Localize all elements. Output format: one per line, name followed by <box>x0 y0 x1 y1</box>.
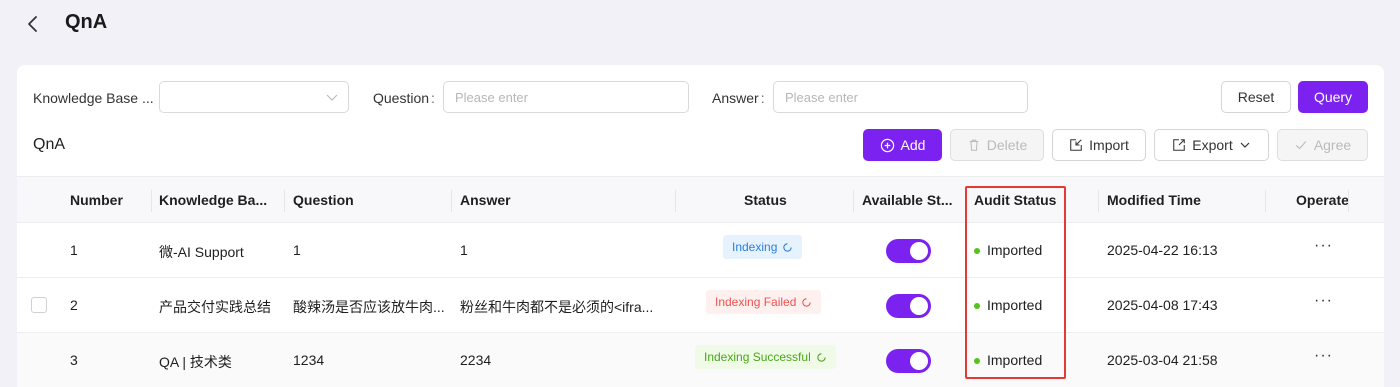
cell-knowledge-base: QA | 技术类 <box>159 354 232 370</box>
cell-modified-time: 2025-04-22 16:13 <box>1107 242 1218 258</box>
table-row[interactable]: 2 产品交付实践总结 酸辣汤是否应该放牛肉... 粉丝和牛肉都不是必须的<ifr… <box>17 278 1384 333</box>
status-badge: Indexing Failed <box>706 290 822 314</box>
chevron-down-icon <box>1240 142 1250 148</box>
question-placeholder: Please enter <box>455 90 528 105</box>
add-button[interactable]: Add <box>863 129 942 161</box>
knowledge-base-select[interactable] <box>159 81 349 113</box>
status-label: Indexing Successful <box>704 350 811 364</box>
column-header-answer: Answer <box>460 192 511 208</box>
refresh-icon <box>783 242 793 252</box>
knowledge-base-label: Knowledge Base ... <box>33 90 154 106</box>
cell-question: 1 <box>293 242 301 258</box>
column-header-operate: Operate <box>1296 192 1349 208</box>
available-toggle[interactable] <box>886 239 931 263</box>
column-header-available-status: Available St... <box>862 192 953 208</box>
row-checkbox[interactable] <box>31 297 47 313</box>
section-title: QnA <box>33 136 66 153</box>
cell-audit-status: Imported <box>987 297 1043 313</box>
cell-knowledge-base: 产品交付实践总结 <box>159 299 271 315</box>
column-header-question: Question <box>293 192 354 208</box>
import-icon <box>1070 139 1082 151</box>
import-label: Import <box>1089 137 1129 153</box>
export-label: Export <box>1192 137 1233 153</box>
agree-label: Agree <box>1313 137 1352 153</box>
cell-question: 1234 <box>293 352 325 368</box>
more-actions-icon[interactable]: ··· <box>1314 237 1333 255</box>
column-header-audit-status: Audit Status <box>974 192 1057 208</box>
cell-number: 1 <box>70 242 78 258</box>
cell-answer: 1 <box>460 242 468 258</box>
status-badge: Indexing Successful <box>695 345 836 369</box>
question-label: Question: <box>373 90 435 106</box>
chevron-down-icon <box>326 94 338 101</box>
back-arrow-icon[interactable] <box>22 13 44 35</box>
query-button[interactable]: Query <box>1298 81 1368 113</box>
qna-panel: Knowledge Base ... Question: Please ente… <box>17 65 1384 387</box>
cell-number: 3 <box>70 352 78 368</box>
column-header-knowledge-base: Knowledge Ba... <box>159 192 268 208</box>
cell-answer: 2234 <box>460 352 492 368</box>
status-label: Indexing <box>732 240 778 254</box>
question-input[interactable]: Please enter <box>443 81 689 113</box>
delete-button[interactable]: Delete <box>950 129 1044 161</box>
status-badge: Indexing <box>723 235 803 259</box>
refresh-icon <box>802 297 812 307</box>
page-title: QnA <box>65 11 108 33</box>
export-icon <box>1173 139 1186 151</box>
delete-label: Delete <box>986 137 1028 153</box>
cell-audit-status: Imported <box>987 242 1043 258</box>
cell-question: 酸辣汤是否应该放牛肉... <box>293 299 445 315</box>
trash-icon <box>969 139 979 151</box>
reset-button[interactable]: Reset <box>1221 81 1291 113</box>
available-toggle[interactable] <box>886 349 931 373</box>
answer-placeholder: Please enter <box>785 90 858 105</box>
cell-modified-time: 2025-04-08 17:43 <box>1107 297 1218 313</box>
status-label: Indexing Failed <box>715 295 797 309</box>
refresh-icon <box>817 352 826 362</box>
export-button[interactable]: Export <box>1154 129 1269 161</box>
agree-button[interactable]: Agree <box>1277 129 1368 161</box>
add-label: Add <box>900 137 926 153</box>
column-header-number: Number <box>70 192 123 208</box>
column-header-status: Status <box>744 192 787 208</box>
answer-input[interactable]: Please enter <box>773 81 1028 113</box>
check-icon <box>1295 141 1307 150</box>
status-dot <box>974 358 980 364</box>
more-actions-icon[interactable]: ··· <box>1314 292 1333 310</box>
table-header: Number Knowledge Ba... Question Answer S… <box>17 176 1384 223</box>
cell-modified-time: 2025-03-04 21:58 <box>1107 352 1218 368</box>
plus-circle-icon <box>880 138 894 152</box>
cell-answer: 粉丝和牛肉都不是必须的<ifra... <box>460 299 654 315</box>
cell-audit-status: Imported <box>987 352 1043 368</box>
status-dot <box>974 303 980 309</box>
table-row[interactable]: 3 QA | 技术类 1234 2234 Indexing Successful… <box>17 333 1384 387</box>
cell-knowledge-base: 微-AI Support <box>159 244 244 260</box>
column-header-modified-time: Modified Time <box>1107 192 1201 208</box>
more-actions-icon[interactable]: ··· <box>1314 347 1333 365</box>
import-button[interactable]: Import <box>1052 129 1146 161</box>
available-toggle[interactable] <box>886 294 931 318</box>
answer-label: Answer: <box>712 90 765 106</box>
table-row[interactable]: 1 微-AI Support 1 1 Indexing Imported 202… <box>17 223 1384 278</box>
cell-number: 2 <box>70 297 78 313</box>
top-bar: QnA <box>0 0 1400 48</box>
status-dot <box>974 248 980 254</box>
